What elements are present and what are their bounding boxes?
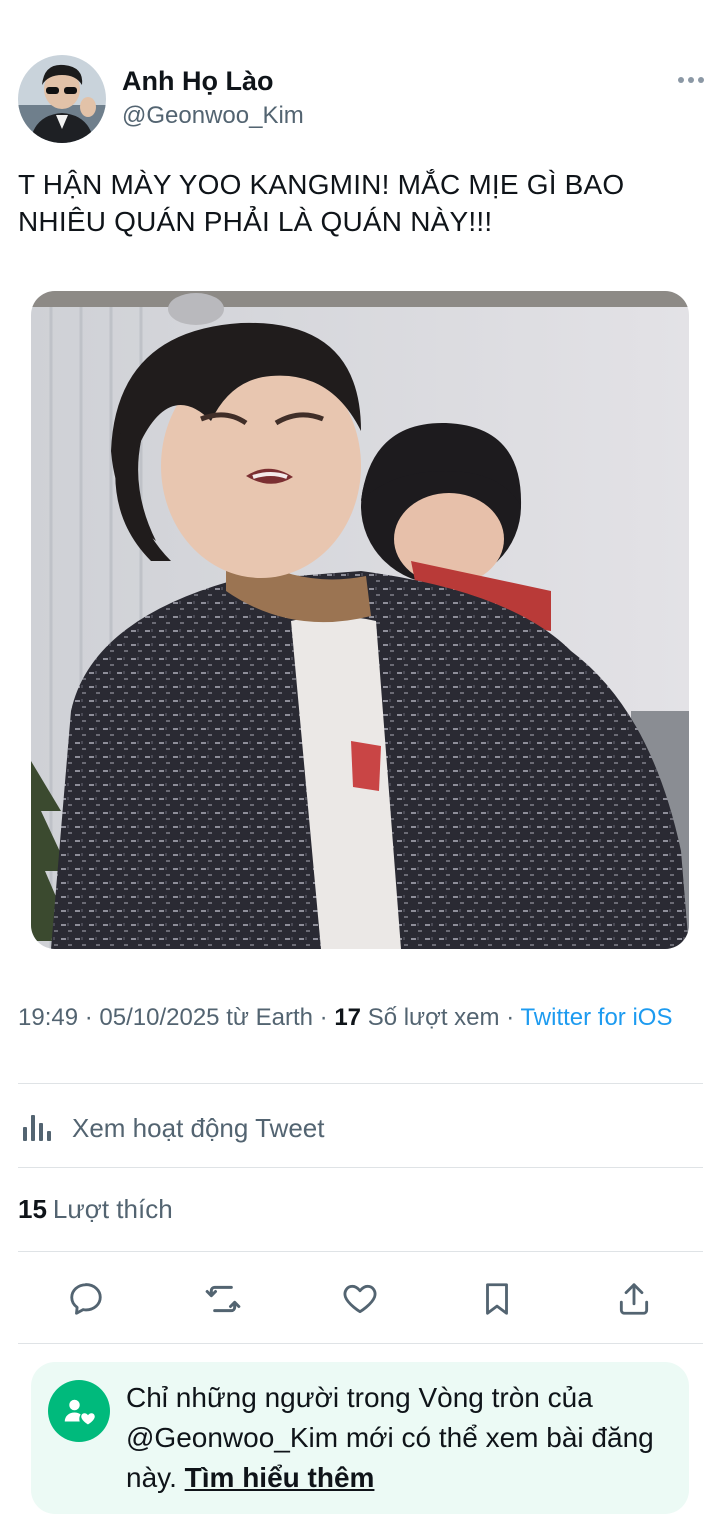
heart-icon: [343, 1284, 377, 1314]
like-button[interactable]: [333, 1272, 387, 1326]
bookmark-icon: [486, 1283, 508, 1315]
circle-notice-text: Chỉ những người trong Vòng tròn của @Geo…: [126, 1378, 666, 1498]
tweet-location: từ Earth: [226, 1004, 313, 1031]
circle-icon: [48, 1380, 110, 1442]
likes-count-link[interactable]: 15 Lượt thích: [18, 1194, 173, 1225]
reply-button[interactable]: [59, 1272, 113, 1326]
more-options-button[interactable]: [676, 70, 708, 90]
likes-label: Lượt thích: [52, 1194, 173, 1224]
tweet-actions: [18, 1272, 703, 1326]
reply-icon: [70, 1283, 102, 1315]
tweet-photo: [31, 291, 689, 949]
retweet-button[interactable]: [196, 1272, 250, 1326]
tweet-time: 19:49: [18, 1004, 79, 1031]
tweet-source-link[interactable]: Twitter for iOS: [520, 1004, 672, 1031]
share-icon: [619, 1283, 649, 1315]
analytics-icon: [18, 1107, 56, 1150]
share-button[interactable]: [607, 1272, 661, 1326]
likes-count: 15: [18, 1194, 47, 1224]
learn-more-link[interactable]: Tìm hiểu thêm: [185, 1462, 375, 1493]
views-label: Số lượt xem: [367, 1004, 500, 1031]
tweet-text: T HẬN MÀY YOO KANGMIN! MẮC MỊE GÌ BAO NH…: [18, 169, 625, 237]
tweet-date: 05/10/2025: [99, 1004, 220, 1031]
activity-label: Xem hoạt động Tweet: [72, 1112, 325, 1143]
tweet-meta: 19:49 · 05/10/2025 từ Earth · 17 Số lượt…: [18, 1004, 673, 1031]
view-tweet-activity-button[interactable]: Xem hoạt động Tweet: [18, 1106, 324, 1150]
retweet-icon: [205, 1285, 241, 1313]
divider: [18, 1343, 703, 1344]
tweet-media[interactable]: [31, 291, 689, 949]
divider: [18, 1251, 703, 1252]
divider: [18, 1083, 703, 1084]
author-handle[interactable]: @Geonwoo_Kim: [122, 102, 304, 130]
avatar[interactable]: [18, 55, 106, 143]
more-icon: [676, 70, 706, 87]
divider: [18, 1167, 703, 1168]
author-name[interactable]: Anh Họ Lào: [122, 66, 273, 97]
views-count: 17: [334, 1004, 362, 1031]
bookmark-button[interactable]: [470, 1272, 524, 1326]
